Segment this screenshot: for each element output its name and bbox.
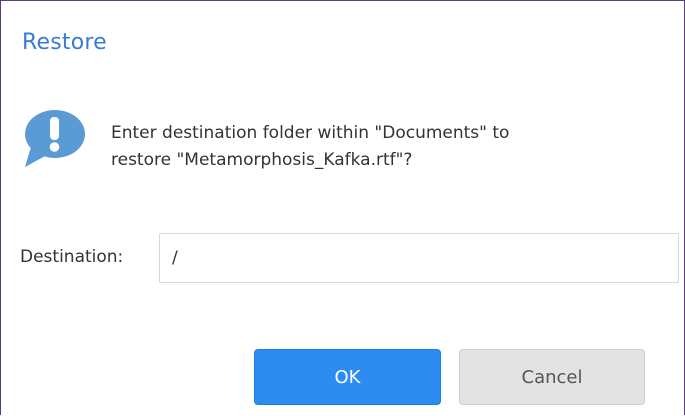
destination-input[interactable] [159, 233, 679, 283]
message-line-1: Enter destination folder within "Documen… [111, 123, 510, 143]
message-line-2: restore "Metamorphosis_Kafka.rtf"? [111, 150, 413, 170]
dialog-message: Enter destination folder within "Documen… [111, 120, 651, 174]
dialog-title: Restore [22, 30, 107, 55]
ok-button[interactable]: OK [254, 349, 441, 405]
cancel-button[interactable]: Cancel [459, 349, 645, 405]
speech-bubble-exclamation-icon [25, 110, 85, 167]
destination-label: Destination: [20, 247, 124, 267]
restore-dialog: Restore Enter destination folder within … [0, 0, 685, 415]
